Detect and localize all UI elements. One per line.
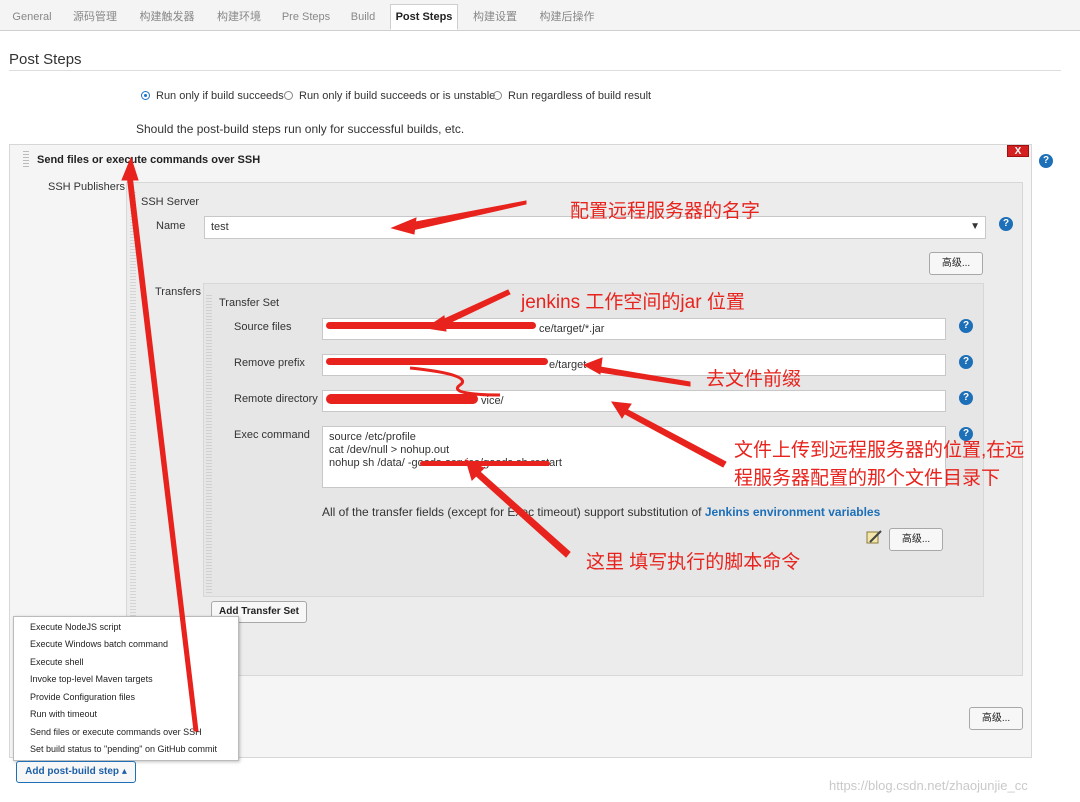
annotation-exec-command: 这里 填写执行的脚本命令 xyxy=(586,552,801,573)
annotation-remove-prefix: 去文件前缀 xyxy=(706,369,802,390)
annotation-remote-dir-line2: 程服务器配置的那个文件目录下 xyxy=(734,468,1001,489)
annotation-arrows xyxy=(121,156,727,732)
arrow-to-name xyxy=(409,200,527,231)
arrow-to-source xyxy=(439,289,511,327)
arrow-to-prefix xyxy=(598,366,691,387)
annotation-jar-location: jenkins 工作空间的jar 位置 xyxy=(521,292,745,313)
arrow-to-step-title xyxy=(126,174,199,732)
annotation-server-name: 配置远程服务器的名字 xyxy=(570,201,761,222)
watermark: https://blog.csdn.net/zhaojunjie_cc xyxy=(829,778,1028,793)
arrow-to-exec xyxy=(473,469,571,558)
redaction-mark xyxy=(409,366,501,397)
annotation-remote-dir-line1: 文件上传到远程服务器的位置,在远 xyxy=(734,440,1025,461)
arrow-to-remote-dir xyxy=(624,409,727,468)
